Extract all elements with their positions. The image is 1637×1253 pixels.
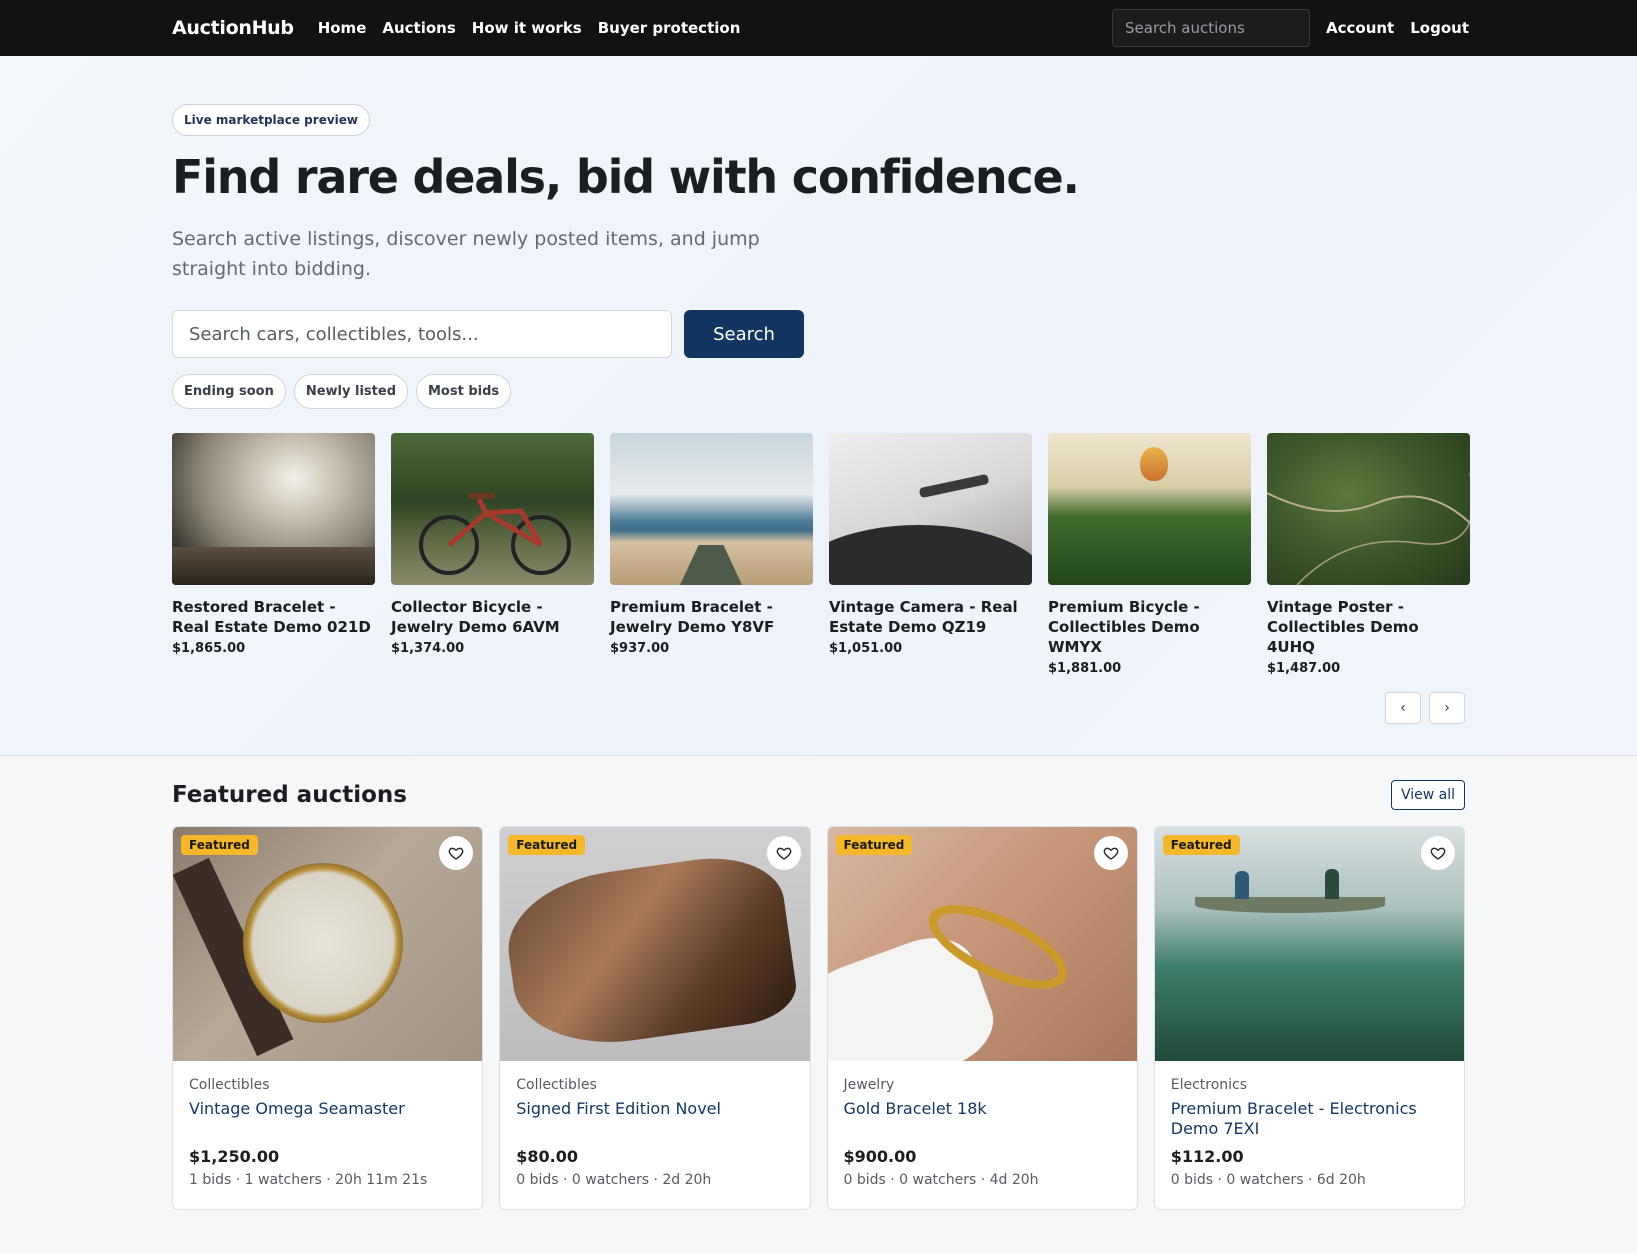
- card-meta: 1 bids · 1 watchers · 20h 11m 21s: [189, 1172, 428, 1188]
- carousel-image-record-player: [829, 433, 1032, 585]
- card-body: Jewelry Gold Bracelet 18k $900.00 0 bids…: [828, 1061, 1137, 1188]
- featured-badge: Featured: [1162, 835, 1240, 855]
- card-category: Collectibles: [189, 1077, 270, 1093]
- carousel-image-bicycle: [391, 433, 594, 585]
- carousel-price: $1,051.00: [829, 641, 903, 656]
- card-category: Collectibles: [516, 1077, 597, 1093]
- carousel-price: $1,374.00: [391, 641, 465, 656]
- card-meta: 0 bids · 0 watchers · 2d 20h: [516, 1172, 712, 1188]
- card-body: Electronics Premium Bracelet - Electroni…: [1155, 1061, 1464, 1188]
- card-title[interactable]: Premium Bracelet - Electronics Demo 7EXI: [1171, 1099, 1448, 1139]
- heart-icon: [776, 847, 791, 860]
- carousel-image-aerial-hills: [1267, 433, 1470, 585]
- listing-carousel: Restored Bracelet - Real Estate Demo 021…: [172, 433, 1470, 676]
- hero-section: Live marketplace preview Find rare deals…: [0, 56, 1637, 756]
- brand-logo[interactable]: AuctionHub: [172, 17, 294, 39]
- carousel-price: $1,487.00: [1267, 661, 1341, 676]
- card-image-book: Featured: [500, 827, 810, 1061]
- nav-search-input[interactable]: [1112, 9, 1310, 47]
- featured-header: Featured auctions View all: [172, 780, 1465, 810]
- watch-heart-button[interactable]: [1421, 836, 1455, 870]
- carousel-image-beach: [610, 433, 813, 585]
- carousel-price: $1,881.00: [1048, 661, 1122, 676]
- carousel-title: Premium Bracelet - Jewelry Demo Y8VF: [610, 598, 775, 636]
- carousel-item[interactable]: Premium Bicycle - Collectibles Demo WMYX…: [1048, 433, 1251, 676]
- heart-icon: [1430, 847, 1446, 860]
- carousel-next-button[interactable]: ›: [1429, 692, 1465, 724]
- live-preview-pill: Live marketplace preview: [172, 104, 370, 136]
- carousel-prev-button[interactable]: ‹: [1385, 692, 1421, 724]
- card-body: Collectibles Signed First Edition Novel …: [500, 1061, 809, 1188]
- chip-most-bids[interactable]: Most bids: [416, 374, 512, 409]
- carousel-price: $1,865.00: [172, 641, 246, 656]
- account-link[interactable]: Account: [1326, 19, 1394, 37]
- carousel-title: Vintage Poster - Collectibles Demo 4UHQ: [1267, 598, 1419, 656]
- hero-subtitle: Search active listings, discover newly p…: [172, 228, 760, 280]
- auction-card[interactable]: Featured Jewelry Gold Bracelet 18k $900.…: [826, 826, 1138, 1210]
- carousel-item[interactable]: Premium Bracelet - Jewelry Demo Y8VF $93…: [610, 433, 813, 676]
- watch-heart-button[interactable]: [766, 836, 801, 870]
- hero-search-button[interactable]: Search: [684, 310, 804, 358]
- auction-card[interactable]: Featured Collectibles Vintage Omega Seam…: [172, 826, 484, 1210]
- logout-link[interactable]: Logout: [1410, 19, 1469, 37]
- top-navbar: AuctionHub Home Auctions How it works Bu…: [0, 0, 1637, 56]
- featured-badge: Featured: [508, 835, 586, 855]
- carousel-item[interactable]: Vintage Camera - Real Estate Demo QZ19 $…: [829, 433, 1032, 676]
- nav-link-auctions[interactable]: Auctions: [382, 19, 455, 37]
- carousel-title: Vintage Camera - Real Estate Demo QZ19: [829, 598, 1018, 636]
- filter-chips: Ending soon Newly listed Most bids: [172, 374, 1465, 409]
- featured-title: Featured auctions: [172, 782, 407, 808]
- featured-cards: Featured Collectibles Vintage Omega Seam…: [172, 826, 1465, 1210]
- auction-card[interactable]: Featured Collectibles Signed First Editi…: [499, 826, 811, 1210]
- nav-link-how-it-works[interactable]: How it works: [472, 19, 582, 37]
- nav-link-buyer-protection[interactable]: Buyer protection: [598, 19, 741, 37]
- view-all-button[interactable]: View all: [1390, 780, 1465, 810]
- chevron-right-icon: ›: [1444, 700, 1450, 716]
- card-price: $112.00: [1170, 1147, 1244, 1166]
- heart-icon: [1103, 847, 1119, 860]
- card-price: $80.00: [516, 1147, 578, 1166]
- hero-search-input[interactable]: [172, 310, 672, 358]
- card-body: Collectibles Vintage Omega Seamaster $1,…: [173, 1061, 482, 1188]
- card-meta: 0 bids · 0 watchers · 4d 20h: [843, 1172, 1039, 1188]
- card-title[interactable]: Vintage Omega Seamaster: [189, 1099, 466, 1139]
- card-meta: 0 bids · 0 watchers · 6d 20h: [1170, 1172, 1366, 1188]
- nav-right: Account Logout: [1112, 9, 1469, 47]
- hero-search-row: Search: [172, 310, 1465, 358]
- nav-link-home[interactable]: Home: [318, 19, 367, 37]
- carousel-item[interactable]: Restored Bracelet - Real Estate Demo 021…: [172, 433, 375, 676]
- card-image-watch: Featured: [173, 827, 483, 1061]
- watch-heart-button[interactable]: [439, 836, 474, 870]
- featured-badge: Featured: [181, 835, 258, 855]
- carousel-item[interactable]: Collector Bicycle - Jewelry Demo 6AVM $1…: [391, 433, 594, 676]
- auction-card[interactable]: Featured Electronics Premium Bracelet - …: [1153, 826, 1465, 1210]
- featured-section: Featured auctions View all Featured Coll…: [0, 756, 1637, 1210]
- card-price: $1,250.00: [189, 1147, 280, 1166]
- card-category: Jewelry: [843, 1077, 895, 1093]
- card-image-bracelet: Featured: [827, 827, 1137, 1061]
- carousel-controls: ‹ ›: [172, 692, 1465, 724]
- carousel-image-balloon: [1048, 433, 1251, 585]
- chip-ending-soon[interactable]: Ending soon: [172, 374, 286, 409]
- heart-icon: [448, 847, 464, 860]
- nav-links: Home Auctions How it works Buyer protect…: [318, 19, 741, 37]
- hero-title: Find rare deals, bid with confidence.: [172, 150, 1080, 204]
- carousel-image-sky: [172, 433, 375, 585]
- chip-newly-listed[interactable]: Newly listed: [293, 374, 408, 409]
- card-image-canoe: Featured: [1154, 827, 1464, 1061]
- card-price: $900.00: [843, 1147, 917, 1166]
- card-title[interactable]: Gold Bracelet 18k: [844, 1099, 1121, 1139]
- carousel-price: $937.00: [610, 641, 670, 656]
- card-category: Electronics: [1170, 1077, 1248, 1093]
- featured-badge: Featured: [835, 835, 913, 855]
- chevron-left-icon: ‹: [1400, 700, 1406, 716]
- card-title[interactable]: Signed First Edition Novel: [516, 1099, 793, 1139]
- watch-heart-button[interactable]: [1093, 836, 1128, 870]
- carousel-title: Restored Bracelet - Real Estate Demo 021…: [172, 598, 371, 636]
- carousel-title: Collector Bicycle - Jewelry Demo 6AVM: [391, 598, 560, 636]
- carousel-item[interactable]: Vintage Poster - Collectibles Demo 4UHQ …: [1267, 433, 1470, 676]
- carousel-title: Premium Bicycle - Collectibles Demo WMYX: [1048, 598, 1200, 656]
